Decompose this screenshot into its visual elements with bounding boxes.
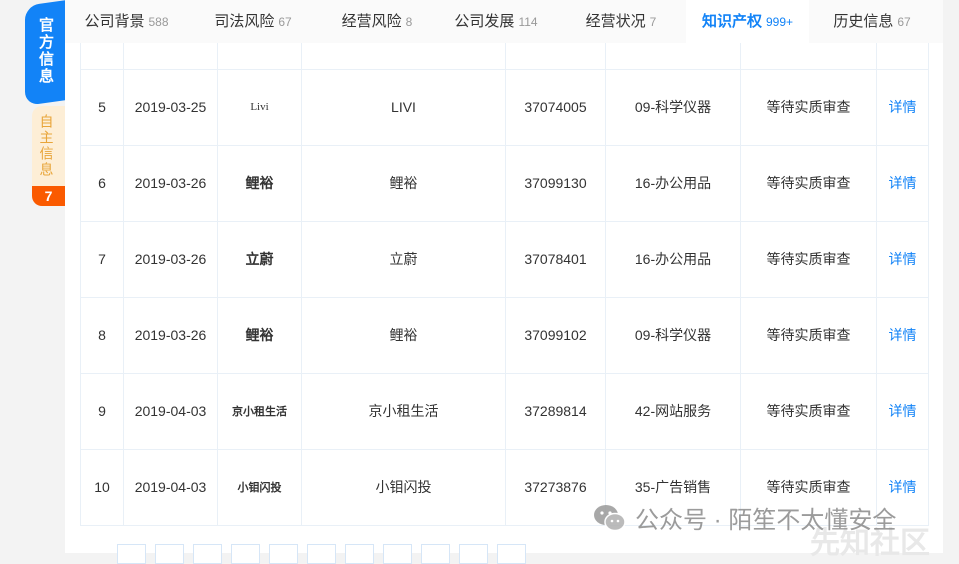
page-button[interactable] [269, 544, 298, 564]
table-row: 6 2019-03-26 鲤裕 鲤裕 37099130 16-办公用品 等待实质审查 详情 [80, 144, 929, 222]
cell-status: 等待实质审查 [740, 372, 877, 450]
watermark-text: 公众号 · 陌笙不太懂安全 [635, 507, 897, 534]
side-tab-label: 自主信息 [38, 114, 55, 178]
cell-reg_no: 37289814 [505, 372, 606, 450]
cell-name: 鲤裕 [301, 144, 506, 222]
cell-reg_no: 37273876 [505, 448, 606, 526]
table-row: 9 2019-04-03 京小租生活 京小租生活 37289814 42-网站服务 等待实质… [80, 372, 929, 450]
cell-name: 鲤裕 [301, 296, 506, 374]
table-row: 8 2019-03-26 鲤裕 鲤裕 37099102 09-科学仪器 等待实质审查 详情 [80, 296, 929, 374]
cell-name: 小钼闪投 [301, 448, 506, 526]
tab-1[interactable]: 司法风险 67 [188, 0, 318, 43]
cell-no: 6 [80, 144, 124, 222]
tab-6[interactable]: 历史信息 67 [809, 0, 935, 43]
side-tab-label: 官方信息 [37, 17, 54, 85]
page-button[interactable] [307, 544, 336, 564]
cell-name: LIVI [301, 68, 506, 146]
page-button[interactable] [497, 544, 526, 564]
cell-status: 等待实质审查 [740, 68, 877, 146]
cell-category: 42-网站服务 [605, 372, 741, 450]
tab-count: 67 [897, 15, 911, 29]
page-button[interactable] [345, 544, 374, 564]
cell-date: 2019-04-03 [123, 372, 218, 450]
trademark-table: 5 2019-03-25 Livi LIVI 37074005 09-科学仪器 等待实质审查… [80, 43, 929, 526]
scrollbar[interactable] [943, 0, 959, 553]
cell-status: 等待实质审查 [740, 296, 877, 374]
cell-reg_no: 37099102 [505, 296, 606, 374]
tab-count: 7 [649, 15, 657, 29]
cell-name: 京小租生活 [301, 372, 506, 450]
tab-bar: 公司背景 588 司法风险 67 经营风险 8 公司发展 114 经营状况 7 知识产权 999+ 历史… [65, 0, 943, 43]
cell-date: 2019-03-26 [123, 144, 218, 222]
side-nav: 官方信息 自主信息 7 [0, 0, 65, 553]
table-row-partial [80, 43, 929, 70]
cell-category: 09-科学仪器 [605, 68, 741, 146]
tab-label: 司法风险 [214, 13, 275, 30]
trademark-image: 鲤裕 [217, 296, 302, 374]
cell-no: 9 [80, 372, 124, 450]
tab-count: 999+ [765, 15, 794, 29]
page-button[interactable] [383, 544, 412, 564]
cell-reg_no: 37074005 [505, 68, 606, 146]
detail-link[interactable]: 详情 [876, 372, 929, 450]
cell-reg_no: 37078401 [505, 220, 606, 298]
cell-status: 等待实质审查 [740, 144, 877, 222]
page-button[interactable] [193, 544, 222, 564]
tab-4[interactable]: 经营状况 7 [556, 0, 686, 43]
detail-link[interactable]: 详情 [876, 144, 929, 222]
cell-date: 2019-04-03 [123, 448, 218, 526]
page-button[interactable] [231, 544, 260, 564]
cell-reg_no: 37099130 [505, 144, 606, 222]
tab-count: 8 [405, 15, 413, 29]
detail-link[interactable]: 详情 [876, 296, 929, 374]
cell-date: 2019-03-25 [123, 68, 218, 146]
tab-count: 67 [278, 15, 292, 29]
wechat-icon [594, 504, 626, 531]
side-tab-official-info[interactable]: 官方信息 [25, 0, 65, 106]
tab-label: 经营风险 [341, 13, 402, 30]
tab-count: 588 [148, 15, 169, 29]
cell-no: 10 [80, 448, 124, 526]
tab-label: 公司发展 [454, 13, 515, 30]
cell-date: 2019-03-26 [123, 220, 218, 298]
tab-label: 公司背景 [84, 13, 145, 30]
pagination [117, 544, 526, 564]
page-button[interactable] [459, 544, 488, 564]
detail-link[interactable]: 详情 [876, 220, 929, 298]
trademark-image: 京小租生活 [217, 372, 302, 450]
table-row: 7 2019-03-26 立蔚 立蔚 37078401 16-办公用品 等待实质审查 详情 [80, 220, 929, 298]
tab-3[interactable]: 公司发展 114 [436, 0, 556, 43]
cell-category: 16-办公用品 [605, 220, 741, 298]
watermark: 公众号 · 陌笙不太懂安全 [593, 500, 896, 535]
cell-category: 16-办公用品 [605, 144, 741, 222]
tab-count: 114 [518, 15, 538, 29]
page-button[interactable] [117, 544, 146, 564]
count-badge: 7 [32, 186, 65, 206]
cell-name: 立蔚 [301, 220, 506, 298]
tab-2[interactable]: 经营风险 8 [318, 0, 436, 43]
tab-label: 历史信息 [833, 13, 894, 30]
cell-date: 2019-03-26 [123, 296, 218, 374]
detail-link[interactable]: 详情 [876, 68, 929, 146]
tab-label: 经营状况 [585, 13, 646, 30]
trademark-image: 鲤裕 [217, 144, 302, 222]
tab-0[interactable]: 公司背景 588 [65, 0, 188, 43]
cell-no: 5 [80, 68, 124, 146]
cell-no: 7 [80, 220, 124, 298]
cell-category: 09-科学仪器 [605, 296, 741, 374]
page-button[interactable] [421, 544, 450, 564]
cell-no: 8 [80, 296, 124, 374]
page-button[interactable] [155, 544, 184, 564]
table-row: 5 2019-03-25 Livi LIVI 37074005 09-科学仪器 等待实质审查… [80, 68, 929, 146]
tab-5[interactable]: 知识产权 999+ [686, 0, 809, 43]
main-panel: 公司背景 588 司法风险 67 经营风险 8 公司发展 114 经营状况 7 知识产权 999+ 历史… [65, 0, 943, 564]
tab-label: 知识产权 [701, 13, 762, 30]
trademark-image: Livi [217, 68, 302, 146]
side-tab-self-info[interactable]: 自主信息 7 [32, 106, 65, 206]
trademark-image: 立蔚 [217, 220, 302, 298]
trademark-image: 小钼闪投 [217, 448, 302, 526]
cell-status: 等待实质审查 [740, 220, 877, 298]
